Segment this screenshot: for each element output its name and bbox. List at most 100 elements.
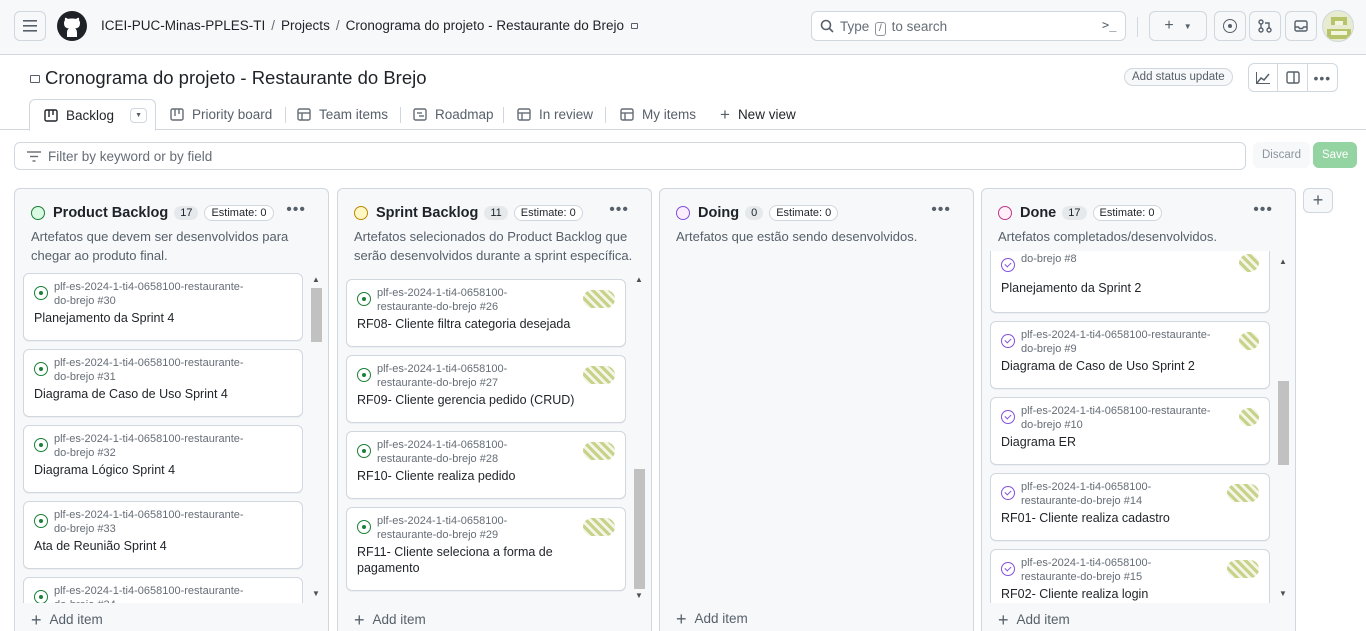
search-input[interactable]: Type / to search >_ [811,11,1126,41]
scroll-up-arrow[interactable]: ▲ [635,275,643,284]
issues-button[interactable] [1214,11,1246,41]
add-column-button[interactable]: + [1303,188,1333,213]
breadcrumb-org[interactable]: ICEI-PUC-Minas-PPLES-TI [101,18,265,33]
tab-backlog[interactable]: Backlog ▼ [29,99,157,131]
card-title[interactable]: Planejamento da Sprint 4 [34,310,294,326]
add-status-update-button[interactable]: Add status update [1124,68,1233,86]
assignees-avatars[interactable] [583,442,615,460]
card-title[interactable]: Diagrama Lógico Sprint 4 [34,462,294,478]
scrollbar-thumb[interactable] [311,288,322,342]
assignee-avatar[interactable] [1239,408,1259,426]
scrollbar[interactable]: ▲ ▼ [633,273,645,603]
discard-button[interactable]: Discard [1253,142,1310,168]
side-panel-button[interactable] [1278,64,1308,91]
card-title[interactable]: RF08- Cliente filtra categoria desejada [357,316,617,332]
scroll-up-arrow[interactable]: ▲ [1279,257,1287,266]
card[interactable]: plf-es-2024-1-ti4-0658100-restaurante-do… [346,431,626,499]
add-item-button[interactable]: + Add item [31,611,103,629]
column-more-icon[interactable]: ••• [609,201,629,219]
scroll-down-arrow[interactable]: ▼ [1279,589,1287,598]
card-title[interactable]: Diagrama de Caso de Uso Sprint 2 [1001,358,1261,374]
inbox-button[interactable] [1285,11,1317,41]
breadcrumb-project[interactable]: Cronograma do projeto - Restaurante do B… [346,18,624,33]
tab-in-review[interactable]: In review [517,99,593,130]
filter-input[interactable]: Filter by keyword or by field [14,142,1246,170]
assignees-avatars[interactable] [1227,560,1259,578]
column-description: Artefatos que estão sendo desenvolvidos. [676,229,918,244]
save-button[interactable]: Save [1313,142,1358,168]
column-doing: Doing 0 Estimate: 0 ••• Artefatos que es… [659,188,974,631]
tab-my-items[interactable]: My items [620,99,696,130]
scrollbar-thumb[interactable] [634,469,645,589]
scroll-down-arrow[interactable]: ▼ [312,589,320,598]
card[interactable]: plf-es-2024-1-ti4-0658100-restaurante-do… [990,549,1270,603]
assignees-avatars[interactable] [1227,484,1259,502]
issue-opened-icon [1223,19,1237,33]
assignees-avatars[interactable] [583,518,615,536]
scroll-down-arrow[interactable]: ▼ [635,591,643,600]
card-title[interactable]: RF09- Cliente gerencia pedido (CRUD) [357,392,617,408]
project-more-button[interactable]: ••• [1308,64,1337,91]
card[interactable]: plf-es-2024-1-ti4-0658100-restaurante-do… [23,577,303,603]
tab-team-items[interactable]: Team items [297,99,388,130]
card[interactable]: plf-es-2024-1-ti4-0658100-restaurante-do… [23,425,303,493]
command-palette-icon[interactable]: >_ [1102,18,1116,32]
card-title[interactable]: RF01- Cliente realiza cadastro [1001,510,1261,526]
card-title[interactable]: Diagrama de Caso de Uso Sprint 4 [34,386,294,402]
card-title[interactable]: RF10- Cliente realiza pedido [357,468,617,484]
issue-open-icon [357,520,371,534]
card-title[interactable]: Planejamento da Sprint 2 [1001,280,1261,296]
card[interactable]: plf-es-2024-1-ti4-0658100-restaurante-do… [990,473,1270,541]
card[interactable]: plf-es-2024-1-ti4-0658100-restaurante-do… [990,397,1270,465]
search-prefix: Type [840,19,870,34]
card[interactable]: plf-es-2024-1-ti4-0658100-restaurante-do… [346,279,626,347]
card[interactable]: plf-es-2024-1-ti4-0658100-restaurante-do… [990,321,1270,389]
card[interactable]: plf-es-2024-1-ti4-0658100-restaurante-do… [23,273,303,341]
view-options-dropdown[interactable]: ▼ [130,107,148,123]
add-item-button[interactable]: + Add item [676,610,748,628]
card[interactable]: plf-es-2024-1-ti4-0658100-restaurante-do… [346,355,626,423]
column-more-icon[interactable]: ••• [286,201,306,219]
card-title[interactable]: RF02- Cliente realiza login [1001,586,1261,602]
card-reference: plf-es-2024-1-ti4-0658100-restaurante-do… [1021,329,1211,355]
table-icon [517,108,531,121]
assignees-avatars[interactable] [583,290,615,308]
plus-icon: + [998,609,1009,630]
column-more-icon[interactable]: ••• [931,201,951,219]
card[interactable]: plf-es-2024-1-ti4-0658100-restaurante-do… [990,251,1270,313]
card-title[interactable]: Diagrama ER [1001,434,1261,450]
card-title[interactable]: RF11- Cliente seleciona a forma de pagam… [357,544,557,576]
github-logo-icon[interactable] [57,11,87,41]
create-new-button[interactable]: + ▼ [1149,11,1207,41]
divider [1137,17,1138,37]
scroll-up-arrow[interactable]: ▲ [312,275,320,284]
scrollbar[interactable]: ▲ ▼ [310,273,322,603]
scrollbar-thumb[interactable] [1278,381,1289,465]
new-view-button[interactable]: + New view [720,99,796,130]
add-item-button[interactable]: + Add item [354,611,426,629]
assignees-avatars[interactable] [583,366,615,384]
card-title[interactable]: Ata de Reunião Sprint 4 [34,538,294,554]
menu-button[interactable] [14,11,46,41]
tab-priority-board[interactable]: Priority board [170,99,272,130]
tab-divider [285,107,286,123]
tab-divider [503,107,504,123]
card[interactable]: plf-es-2024-1-ti4-0658100-restaurante-do… [346,507,626,591]
card[interactable]: plf-es-2024-1-ti4-0658100-restaurante-do… [23,501,303,569]
lock-icon [630,23,638,29]
issue-open-icon [34,286,48,300]
board-icon [170,108,184,121]
user-avatar[interactable] [1322,10,1354,42]
tab-roadmap[interactable]: Roadmap [413,99,494,130]
assignee-avatar[interactable] [1239,254,1259,272]
pull-requests-button[interactable] [1249,11,1281,41]
scrollbar[interactable]: ▲ ▼ [1277,251,1289,603]
inbox-icon [1294,20,1308,32]
add-item-button[interactable]: + Add item [998,609,1070,630]
breadcrumb-projects[interactable]: Projects [281,18,330,33]
card[interactable]: plf-es-2024-1-ti4-0658100-restaurante-do… [23,349,303,417]
insights-button[interactable] [1249,64,1279,91]
assignee-avatar[interactable] [1239,332,1259,350]
column-more-icon[interactable]: ••• [1253,201,1273,219]
tab-label: Roadmap [435,107,494,122]
